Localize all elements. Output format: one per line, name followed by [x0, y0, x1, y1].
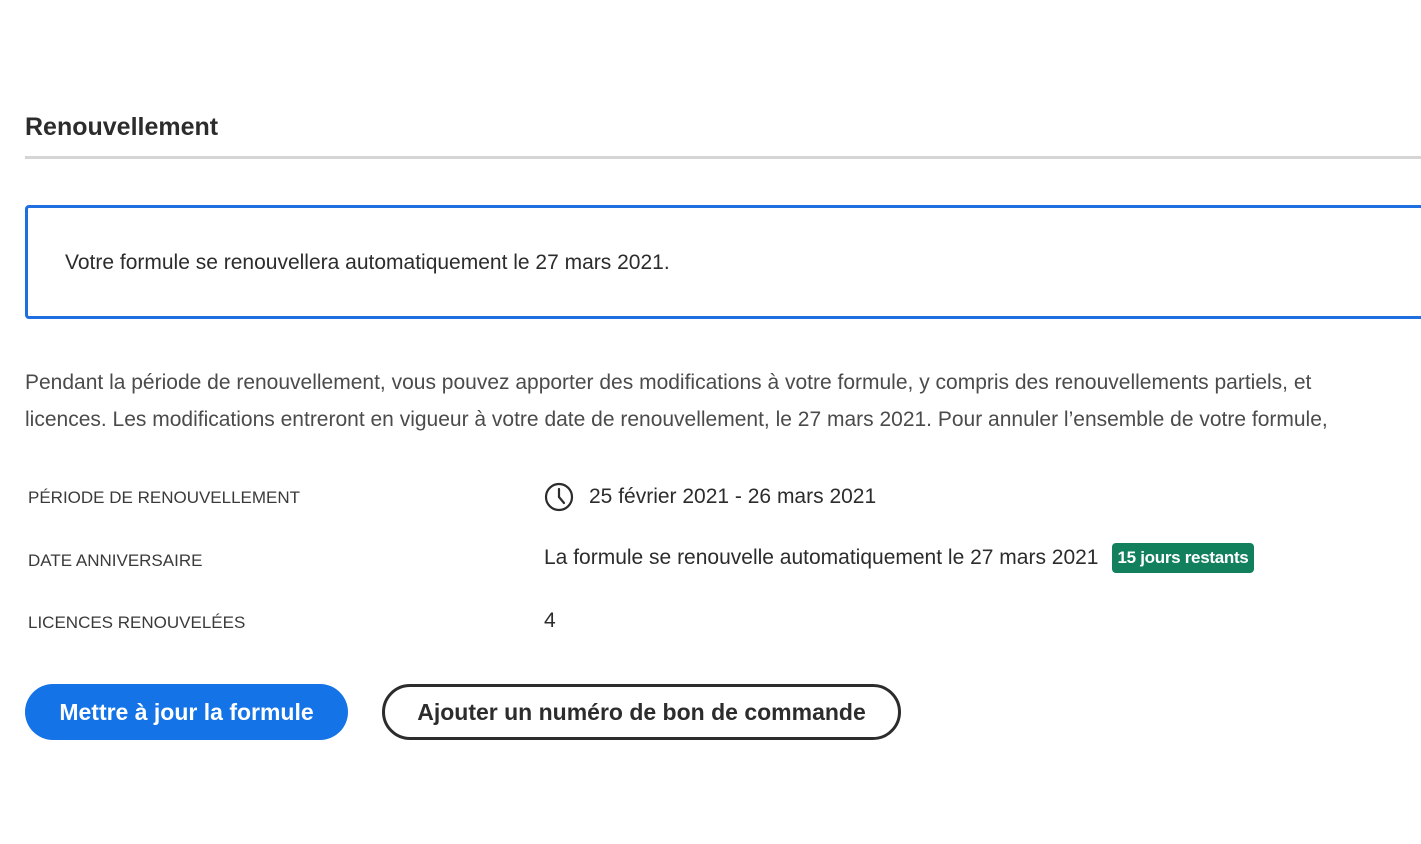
- description-line-2: licences. Les modifications entreront en…: [25, 408, 1328, 431]
- licenses-value-row: 4: [544, 609, 556, 633]
- period-value: 25 février 2021 - 26 mars 2021: [589, 485, 877, 508]
- add-po-number-button[interactable]: Ajouter un numéro de bon de commande: [382, 684, 901, 740]
- renewal-description: Pendant la période de renouvellement, vo…: [25, 364, 1421, 438]
- licenses-value: 4: [544, 609, 556, 632]
- anniversary-value: La formule se renouvelle automatiquement…: [544, 546, 1099, 569]
- renewal-notice-box: Votre formule se renouvellera automatiqu…: [25, 205, 1421, 319]
- period-label: PÉRIODE DE RENOUVELLEMENT: [28, 488, 301, 507]
- update-plan-button[interactable]: Mettre à jour la formule: [25, 684, 348, 740]
- licenses-label: LICENCES RENOUVELÉES: [28, 613, 246, 632]
- renewal-notice-text: Votre formule se renouvellera automatiqu…: [65, 251, 670, 274]
- description-line-1: Pendant la période de renouvellement, vo…: [25, 371, 1312, 394]
- anniversary-value-row: La formule se renouvelle automatiquement…: [544, 543, 1255, 573]
- renewal-page: Renouvellement Votre formule se renouvel…: [0, 0, 1421, 844]
- section-divider: [25, 156, 1421, 159]
- section-title: Renouvellement: [25, 113, 219, 141]
- anniversary-label: DATE ANNIVERSAIRE: [28, 551, 203, 570]
- days-remaining-badge: 15 jours restants: [1111, 543, 1255, 573]
- period-value-row: 25 février 2021 - 26 mars 2021: [544, 482, 876, 512]
- clock-icon: [544, 482, 574, 512]
